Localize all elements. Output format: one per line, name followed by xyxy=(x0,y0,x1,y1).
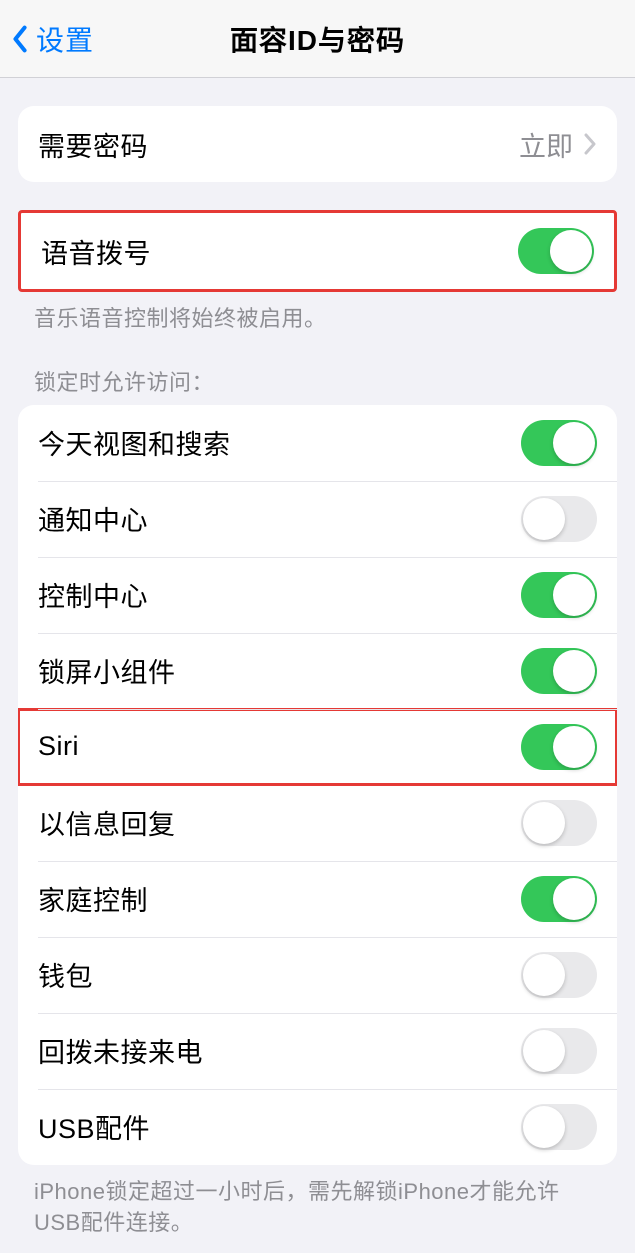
locked-access-label: 以信息回复 xyxy=(38,803,176,842)
locked-access-label: 回拨未接来电 xyxy=(38,1031,203,1070)
locked-access-toggle[interactable] xyxy=(521,724,597,770)
require-passcode-row[interactable]: 需要密码 立即 xyxy=(18,106,617,182)
locked-access-toggle[interactable] xyxy=(521,952,597,998)
locked-access-toggle[interactable] xyxy=(521,572,597,618)
locked-access-toggle[interactable] xyxy=(521,648,597,694)
locked-access-label: 今天视图和搜索 xyxy=(38,423,231,462)
voice-dial-row: 语音拨号 xyxy=(21,213,614,289)
back-button[interactable]: 设置 xyxy=(0,19,94,59)
locked-access-toggle[interactable] xyxy=(521,496,597,542)
locked-access-toggle[interactable] xyxy=(521,420,597,466)
locked-access-row: 以信息回复 xyxy=(18,785,617,861)
locked-access-toggle[interactable] xyxy=(521,800,597,846)
locked-access-label: 钱包 xyxy=(38,955,93,994)
locked-access-label: 通知中心 xyxy=(38,499,148,538)
locked-access-label: 控制中心 xyxy=(38,575,148,614)
locked-access-header: 锁定时允许访问： xyxy=(0,335,635,405)
require-passcode-group: 需要密码 立即 xyxy=(18,106,617,182)
locked-access-group: 今天视图和搜索通知中心控制中心锁屏小组件 Siri 以信息回复家庭控制钱包回拨未接来… xyxy=(18,405,617,1165)
locked-access-row: 今天视图和搜索 xyxy=(18,405,617,481)
voice-dial-group: 语音拨号 xyxy=(18,210,617,292)
voice-dial-footer: 音乐语音控制将始终被启用。 xyxy=(0,292,635,335)
locked-access-row: 回拨未接来电 xyxy=(18,1013,617,1089)
require-passcode-value: 立即 xyxy=(519,125,573,164)
chevron-right-icon xyxy=(583,133,597,155)
locked-access-label: 锁屏小组件 xyxy=(38,651,176,690)
chevron-left-icon xyxy=(10,24,30,54)
locked-access-row: Siri xyxy=(18,709,617,785)
locked-access-row: USB配件 xyxy=(18,1089,617,1165)
locked-access-label: Siri xyxy=(38,731,79,762)
navigation-bar: 设置 面容ID与密码 xyxy=(0,0,635,78)
locked-access-row: 控制中心 xyxy=(18,557,617,633)
page-title: 面容ID与密码 xyxy=(0,19,635,59)
locked-access-label: 家庭控制 xyxy=(38,879,148,918)
locked-access-row: 锁屏小组件 xyxy=(18,633,617,709)
locked-access-toggle[interactable] xyxy=(521,1028,597,1074)
locked-access-row: 通知中心 xyxy=(18,481,617,557)
locked-access-toggle[interactable] xyxy=(521,1104,597,1150)
require-passcode-label: 需要密码 xyxy=(38,125,148,164)
voice-dial-toggle[interactable] xyxy=(518,228,594,274)
voice-dial-label: 语音拨号 xyxy=(41,232,151,271)
locked-access-row: 钱包 xyxy=(18,937,617,1013)
locked-access-row: 家庭控制 xyxy=(18,861,617,937)
locked-access-toggle[interactable] xyxy=(521,876,597,922)
locked-access-footer: iPhone锁定超过一小时后，需先解锁iPhone才能允许USB配件连接。 xyxy=(0,1165,635,1239)
locked-access-label: USB配件 xyxy=(38,1107,150,1146)
back-label: 设置 xyxy=(36,19,94,59)
